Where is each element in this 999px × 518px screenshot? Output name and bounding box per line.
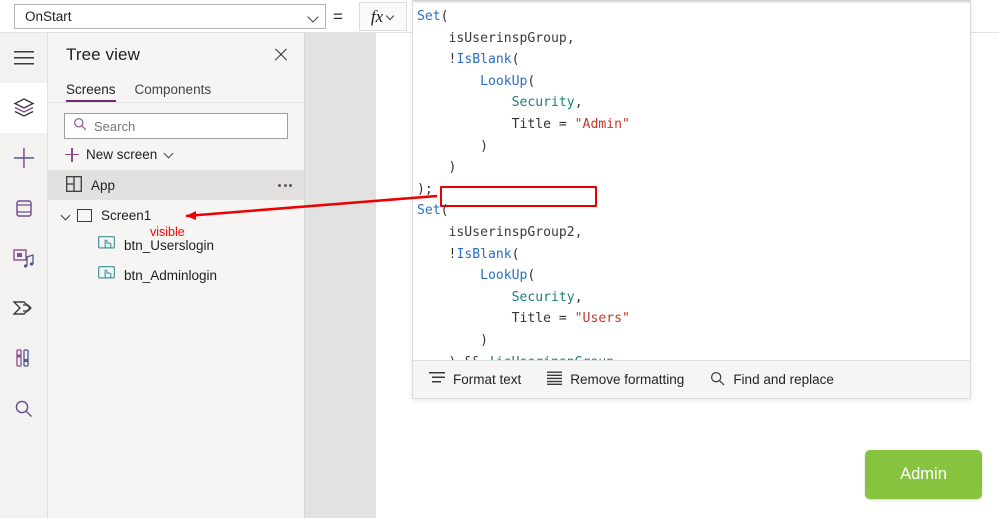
chevron-down-icon [386, 12, 395, 21]
sidebar-item-search[interactable] [0, 383, 47, 433]
button-control-icon [98, 235, 115, 255]
formula-line: isUserinspGroup, [417, 30, 575, 46]
chevron-down-icon [308, 11, 319, 22]
property-selector[interactable]: OnStart [14, 4, 326, 29]
media-icon [12, 248, 35, 268]
hamburger-menu-icon [13, 50, 34, 66]
equals-sign: = [333, 7, 343, 26]
sidebar-item-data[interactable] [0, 183, 47, 233]
formula-line: LookUp( [480, 268, 536, 284]
tab-screens[interactable]: Screens [66, 82, 116, 102]
close-icon[interactable] [270, 44, 292, 66]
tree-view-layers-icon [12, 97, 35, 119]
format-text-button[interactable]: Format text [429, 371, 521, 388]
formula-line: ) [417, 332, 488, 348]
sidebar-item-menu[interactable] [0, 33, 47, 83]
property-selector-value: OnStart [25, 9, 72, 24]
tree-item-btn-adminlogin[interactable]: btn_Adminlogin [48, 260, 304, 290]
button-control-icon [98, 265, 115, 285]
tree-item-app[interactable]: App [48, 170, 304, 200]
insert-plus-icon [13, 148, 34, 168]
tree-item-btn-userslogin[interactable]: btn_Userslogin [48, 230, 304, 260]
chevron-down-icon[interactable] [60, 209, 73, 222]
search-icon [14, 399, 33, 418]
tree-item-label: btn_Adminlogin [124, 267, 218, 283]
search-icon [710, 371, 725, 389]
remove-formatting-button[interactable]: Remove formatting [547, 371, 684, 388]
admin-button[interactable]: Admin [865, 450, 982, 499]
search-container [48, 103, 304, 139]
tree-view-tabs: Screens Components [48, 76, 304, 103]
format-text-label: Format text [453, 372, 522, 387]
formula-line: ) [417, 160, 457, 176]
find-and-replace-label: Find and replace [733, 372, 834, 387]
tree-item-label: App [91, 177, 116, 193]
page-title: Tree view [66, 44, 140, 64]
formula-line: Set( [417, 9, 449, 24]
sidebar-item-insert[interactable] [0, 133, 47, 183]
formula-line: Title = "Users" [417, 311, 630, 327]
search-box[interactable] [64, 113, 288, 139]
sidebar-item-tree-view[interactable] [0, 83, 47, 133]
tree-item-label: Screen1 [101, 207, 152, 223]
formula-line: ) [417, 138, 488, 154]
left-icon-rail [0, 33, 48, 518]
formula-line: !IsBlank( [448, 52, 520, 68]
tree-item-label: btn_Userslogin [124, 237, 215, 253]
formula-line: Security, [511, 95, 583, 111]
new-screen-label: New screen [86, 147, 158, 162]
formula-line: Security, [511, 289, 583, 305]
formula-line: ); [417, 181, 433, 197]
app-grid-icon [66, 175, 82, 195]
formula-toolbar: Format text Remove formatting Find and r… [413, 360, 970, 398]
formula-line: ) && !isUserinspGroup [417, 352, 970, 361]
format-text-icon [429, 371, 445, 388]
formula-line: Title = "Admin" [417, 116, 630, 132]
fx-label: fx [370, 7, 384, 26]
new-screen-button[interactable]: New screen [48, 139, 304, 170]
search-icon [73, 117, 87, 136]
sidebar-item-power-automate[interactable] [0, 283, 47, 333]
sidebar-item-media[interactable] [0, 233, 47, 283]
variables-icon [15, 348, 33, 368]
find-and-replace-button[interactable]: Find and replace [710, 371, 834, 389]
data-cylinder-icon [15, 199, 32, 218]
formula-line: !IsBlank( [448, 246, 520, 262]
tree-view-header: Tree view [48, 33, 304, 76]
remove-formatting-label: Remove formatting [570, 372, 685, 387]
formula-line: LookUp( [480, 73, 536, 89]
tree-item-screen1[interactable]: Screen1 [48, 200, 304, 230]
ellipsis-icon[interactable] [278, 183, 292, 187]
formula-editor-panel: Set( isUserinspGroup, !IsBlank( LookUp( … [412, 0, 971, 399]
screen-rect-icon [77, 208, 92, 222]
tree-view-panel: Tree view Screens Components New screen [48, 33, 305, 518]
tab-components[interactable]: Components [135, 82, 212, 102]
power-automate-icon [11, 299, 36, 317]
chevron-down-icon [164, 149, 175, 160]
plus-icon [65, 147, 79, 162]
formula-line: Set( [417, 203, 449, 219]
formula-line: isUserinspGroup2, [417, 224, 583, 240]
remove-formatting-icon [547, 371, 563, 388]
power-apps-studio: OnStart = fx Tree view Screens Component… [0, 0, 999, 518]
formula-code-area[interactable]: Set( isUserinspGroup, !IsBlank( LookUp( … [413, 4, 970, 360]
canvas-gutter [305, 33, 376, 518]
fx-button[interactable]: fx [359, 2, 407, 31]
sidebar-item-variables[interactable] [0, 333, 47, 383]
search-input[interactable] [94, 118, 279, 134]
